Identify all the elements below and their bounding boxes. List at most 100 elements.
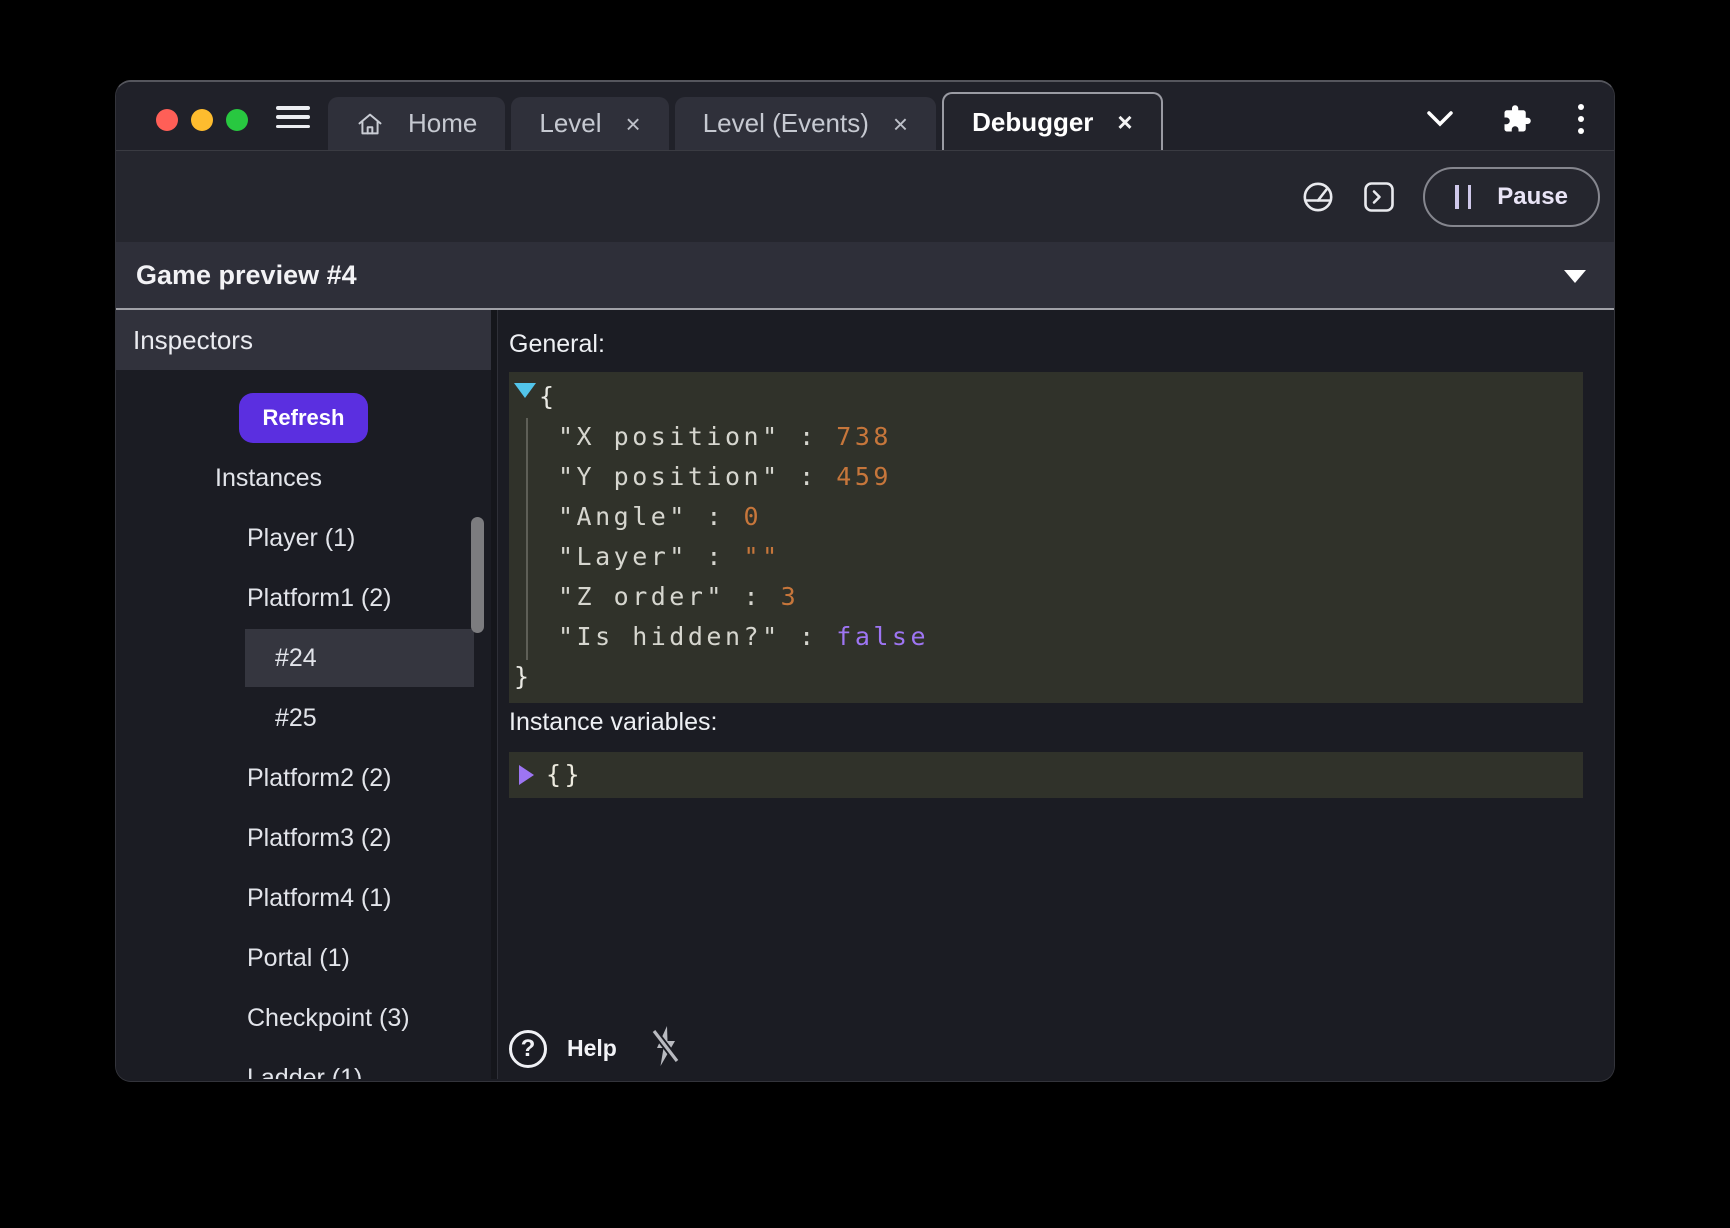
minimize-window-button[interactable]	[191, 109, 213, 131]
inspectors-header: Inspectors	[116, 310, 491, 370]
property-value: 738	[836, 422, 892, 451]
general-section-label: General:	[509, 330, 605, 359]
property-value: 3	[781, 582, 800, 611]
tab-label: Debugger	[972, 107, 1093, 138]
help-row: ? Help	[509, 1024, 683, 1073]
game-preview-header[interactable]: Game preview #4	[116, 242, 1614, 310]
tree-item-label: #24	[275, 644, 317, 673]
instance-variables-json[interactable]: {}	[509, 752, 1583, 798]
tree-item[interactable]: Checkpoint (3)	[116, 988, 491, 1048]
property-value: false	[836, 622, 929, 651]
tree-item-label: Platform4 (1)	[247, 884, 391, 913]
property-separator: :	[725, 582, 781, 611]
tab-label: Home	[408, 108, 477, 139]
tab[interactable]: Debugger ×	[942, 92, 1163, 150]
instances-tree: Instances Player (1) Platform1 (2) #24	[116, 448, 491, 1079]
property-separator: :	[781, 422, 837, 451]
sidebar-scrollbar-thumb[interactable]	[471, 517, 484, 633]
property-key: "X position"	[558, 422, 781, 451]
inspector-panel: General: { "X position" : 738 "Y positio…	[498, 310, 1614, 1079]
instance-variables-label: Instance variables:	[509, 708, 717, 737]
json-open-brace: {	[509, 377, 1583, 417]
screen: Home × Level ×	[0, 0, 1730, 1228]
tree-item[interactable]: Player (1)	[116, 508, 491, 568]
tab[interactable]: Home ×	[328, 97, 505, 150]
collapse-triangle-icon[interactable]	[514, 383, 536, 398]
inspectors-header-label: Inspectors	[133, 325, 253, 356]
tab-label: Level (Events)	[703, 108, 869, 139]
pause-button[interactable]: Pause	[1423, 167, 1600, 227]
help-question-icon[interactable]: ?	[509, 1030, 547, 1068]
property-key: "Y position"	[558, 462, 781, 491]
tree-item-label: Platform3 (2)	[247, 824, 391, 853]
json-property-line[interactable]: "Angle" : 0	[509, 497, 1583, 537]
titlebar-actions	[1424, 104, 1584, 134]
property-value: ""	[744, 542, 781, 571]
json-property-line[interactable]: "Is hidden?" : false	[509, 617, 1583, 657]
expand-triangle-icon[interactable]	[519, 765, 534, 785]
tree-item[interactable]: Portal (1)	[116, 928, 491, 988]
json-property-line[interactable]: "Y position" : 459	[509, 457, 1583, 497]
tree-item[interactable]: Ladder (1)	[116, 1048, 491, 1079]
console-icon[interactable]	[1363, 181, 1395, 213]
inspectors-sidebar: Inspectors Refresh Instances Player (1)	[116, 310, 491, 1079]
profiler-gauge-icon[interactable]	[1301, 180, 1335, 214]
tree-item-label: Platform2 (2)	[247, 764, 391, 793]
home-icon	[356, 110, 384, 138]
main-menu-icon[interactable]	[276, 106, 310, 128]
json-close-brace: }	[509, 657, 1583, 697]
property-value: 0	[744, 502, 763, 531]
property-key: "Z order"	[558, 582, 725, 611]
property-separator: :	[781, 622, 837, 651]
refresh-button[interactable]: Refresh	[239, 393, 368, 443]
tree-item[interactable]: Platform2 (2)	[116, 748, 491, 808]
maximize-window-button[interactable]	[226, 109, 248, 131]
close-tab-icon[interactable]: ×	[626, 111, 641, 137]
close-window-button[interactable]	[156, 109, 178, 131]
indent-guide-line	[526, 418, 528, 660]
json-property-line[interactable]: "X position" : 738	[509, 417, 1583, 457]
extensions-puzzle-icon[interactable]	[1502, 104, 1532, 134]
tree-item-label: Platform1 (2)	[247, 584, 391, 613]
property-key: "Angle"	[558, 502, 688, 531]
tree-item-label: Ladder (1)	[247, 1064, 362, 1080]
help-label: Help	[567, 1035, 617, 1062]
tree-item[interactable]: Platform3 (2)	[116, 808, 491, 868]
sidebar-divider	[491, 310, 498, 1079]
property-key: "Layer"	[558, 542, 688, 571]
general-properties-json: { "X position" : 738 "Y position" : 459 …	[509, 372, 1583, 703]
tree-item[interactable]: Platform1 (2)	[116, 568, 491, 628]
tree-item-label: Instances	[215, 464, 322, 493]
tree-item[interactable]: #25	[116, 688, 491, 748]
close-tab-icon[interactable]: ×	[893, 111, 908, 137]
more-options-kebab-icon[interactable]	[1578, 104, 1584, 134]
tree-item-label: Player (1)	[247, 524, 355, 553]
tab[interactable]: Level ×	[511, 97, 668, 150]
tree-item[interactable]: Platform4 (1)	[116, 868, 491, 928]
chevron-down-icon[interactable]	[1424, 109, 1456, 129]
game-preview-title: Game preview #4	[136, 260, 357, 291]
tree-item[interactable]: Instances	[116, 448, 491, 508]
tab-label: Level	[539, 108, 601, 139]
tree-item-label: Checkpoint (3)	[247, 1004, 410, 1033]
tree-item[interactable]: #24	[116, 628, 491, 688]
titlebar: Home × Level ×	[116, 82, 1614, 150]
traffic-lights	[156, 109, 248, 131]
property-separator: :	[688, 502, 744, 531]
property-value: 459	[836, 462, 892, 491]
debugger-toolbar: Pause	[116, 150, 1614, 242]
pause-icon	[1455, 185, 1471, 209]
property-key: "Is hidden?"	[558, 622, 781, 651]
json-property-line[interactable]: "Layer" : ""	[509, 537, 1583, 577]
property-separator: :	[688, 542, 744, 571]
tab[interactable]: Level (Events) ×	[675, 97, 936, 150]
json-property-line[interactable]: "Z order" : 3	[509, 577, 1583, 617]
property-separator: :	[781, 462, 837, 491]
flash-off-icon[interactable]	[649, 1024, 683, 1073]
app-window: Home × Level ×	[115, 80, 1615, 1082]
content-area: Inspectors Refresh Instances Player (1)	[116, 310, 1614, 1079]
close-tab-icon[interactable]: ×	[1117, 109, 1132, 135]
json-properties: "X position" : 738 "Y position" : 459 "A…	[509, 417, 1583, 657]
tree-item-label: Portal (1)	[247, 944, 350, 973]
preview-dropdown-caret-icon[interactable]	[1564, 270, 1586, 283]
